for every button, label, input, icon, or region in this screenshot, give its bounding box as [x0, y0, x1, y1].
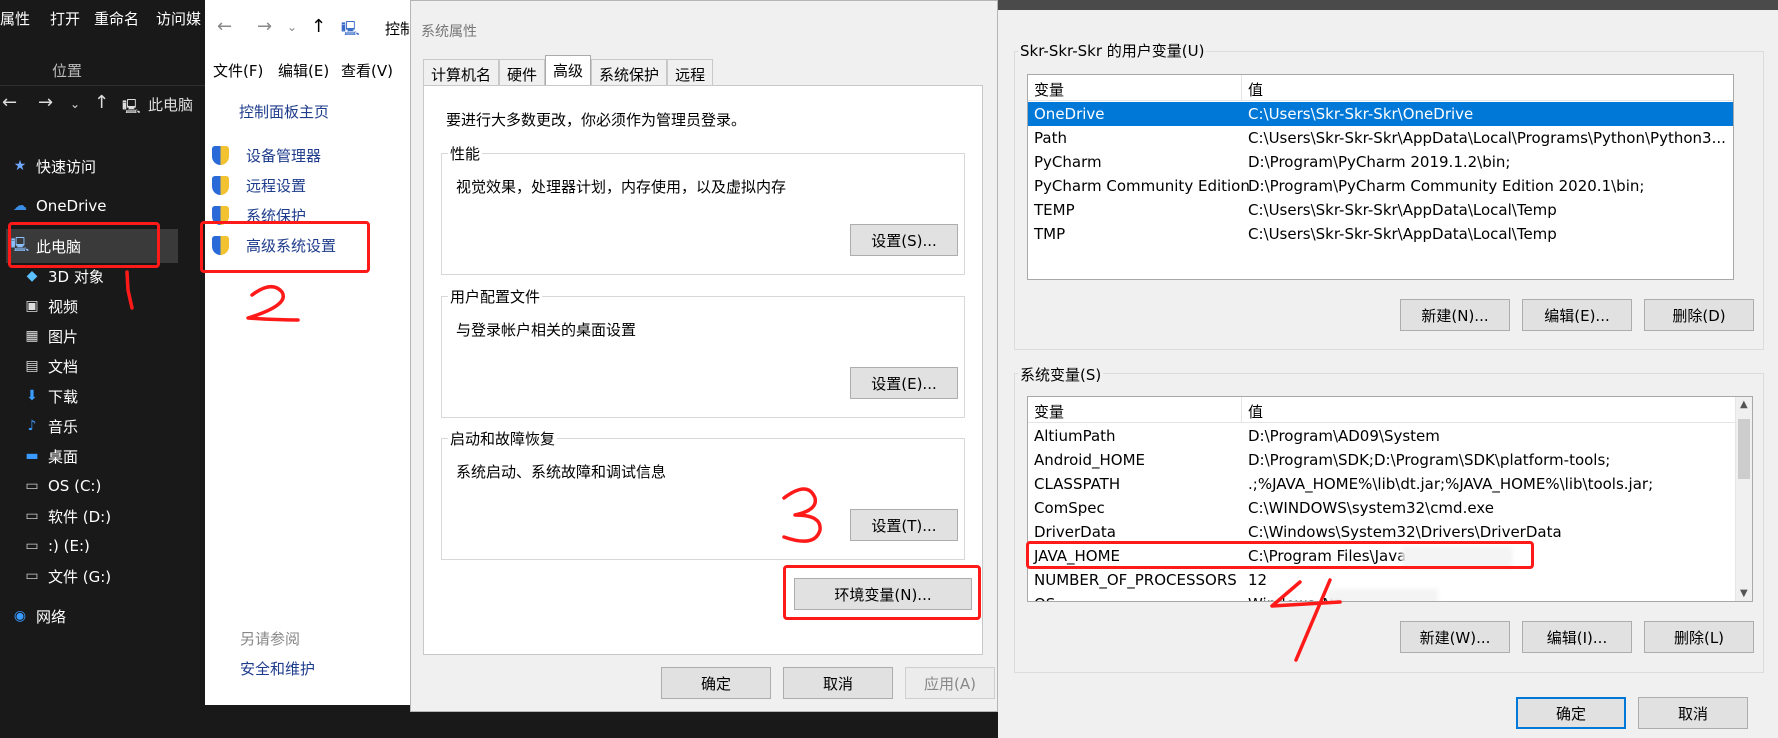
step-2-mark	[246, 285, 300, 322]
step-1-mark	[125, 270, 134, 310]
step-3-mark	[782, 487, 822, 543]
step-4-mark	[1270, 578, 1342, 662]
handwritten-step-numbers	[125, 270, 1342, 662]
